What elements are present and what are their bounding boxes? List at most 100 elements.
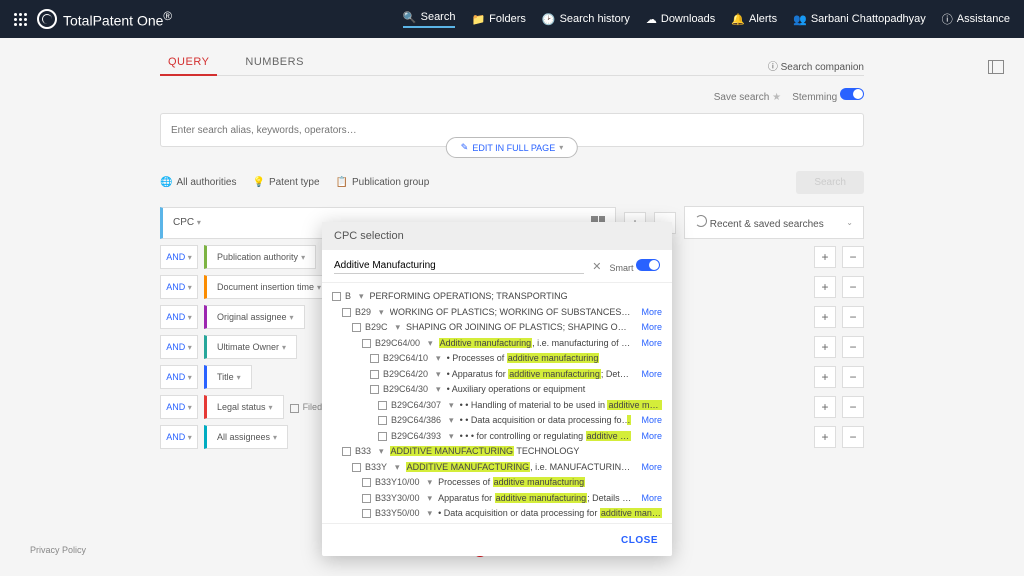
field-selector[interactable]: All assignees ▾ — [204, 425, 288, 449]
apps-icon[interactable] — [14, 13, 27, 26]
smart-toggle[interactable]: Smart — [609, 259, 660, 273]
filter-authorities[interactable]: 🌐All authorities — [160, 177, 236, 188]
and-operator[interactable]: AND ▾ — [160, 275, 198, 299]
and-operator[interactable]: AND ▾ — [160, 365, 198, 389]
checkbox[interactable] — [342, 447, 351, 456]
and-operator[interactable]: AND ▾ — [160, 335, 198, 359]
field-selector[interactable]: Document insertion time ▾ — [204, 275, 332, 299]
add-button[interactable]: + — [814, 306, 836, 328]
checkbox[interactable] — [370, 370, 379, 379]
more-link[interactable]: More — [635, 368, 662, 382]
tree-node[interactable]: B▾PERFORMING OPERATIONS; TRANSPORTING — [332, 289, 662, 305]
filter-patent-type[interactable]: 💡Patent type — [252, 177, 319, 188]
add-button[interactable]: + — [814, 336, 836, 358]
field-selector[interactable]: Title ▾ — [204, 365, 252, 389]
checkbox[interactable] — [362, 339, 371, 348]
stemming-toggle[interactable]: Stemming — [792, 92, 864, 103]
tree-node[interactable]: B29C64/10▾• Processes of additive manufa… — [332, 351, 662, 367]
checkbox[interactable] — [352, 323, 361, 332]
remove-button[interactable]: − — [842, 276, 864, 298]
checkbox[interactable] — [378, 432, 387, 441]
checkbox[interactable] — [332, 292, 341, 301]
checkbox[interactable] — [370, 354, 379, 363]
remove-button[interactable]: − — [842, 306, 864, 328]
tree-node[interactable]: B29C64/00▾Additive manufacturing, i.e. m… — [332, 336, 662, 352]
filed-checkbox[interactable]: Filed — [290, 402, 323, 413]
tab-query[interactable]: QUERY — [160, 50, 217, 76]
search-companion[interactable]: ⓘ Search companion — [768, 58, 864, 73]
logo-icon — [37, 9, 57, 29]
tree-node[interactable]: B33Y10/00▾Processes of additive manufact… — [332, 475, 662, 491]
nav-user[interactable]: 👥 Sarbani Chattopadhyay — [793, 11, 926, 28]
nav-search[interactable]: 🔍 Search — [403, 11, 456, 28]
and-operator[interactable]: AND ▾ — [160, 305, 198, 329]
nav-assistance[interactable]: ⓘ Assistance — [942, 11, 1010, 28]
and-operator[interactable]: AND ▾ — [160, 395, 198, 419]
privacy-policy-link[interactable]: Privacy Policy — [30, 545, 86, 555]
checkbox[interactable] — [362, 509, 371, 518]
add-button[interactable]: + — [814, 246, 836, 268]
checkbox[interactable] — [362, 494, 371, 503]
tree-node[interactable]: B33Y▾ADDITIVE MANUFACTURING, i.e. MANUFA… — [332, 460, 662, 476]
more-link[interactable]: More — [635, 461, 662, 475]
side-panel-icon[interactable] — [988, 60, 1004, 74]
more-link[interactable]: More — [635, 492, 662, 506]
remove-button[interactable]: − — [842, 426, 864, 448]
tree-node[interactable]: B29▾WORKING OF PLASTICS; WORKING OF SUBS… — [332, 305, 662, 321]
checkbox[interactable] — [378, 416, 387, 425]
more-link[interactable]: More — [635, 306, 662, 320]
add-button[interactable]: + — [814, 276, 836, 298]
tree-node[interactable]: B29C64/20▾• Apparatus for additive manuf… — [332, 367, 662, 383]
more-link[interactable]: More — [635, 321, 662, 335]
close-button[interactable]: CLOSE — [621, 535, 658, 546]
remove-button[interactable]: − — [842, 396, 864, 418]
cpc-selection-popup: CPC selection ✕ Smart B▾PERFORMING OPERA… — [322, 222, 672, 556]
save-search[interactable]: Save search ★ — [714, 92, 781, 103]
add-button[interactable]: + — [814, 426, 836, 448]
remove-button[interactable]: − — [842, 366, 864, 388]
tab-numbers[interactable]: NUMBERS — [237, 50, 312, 75]
checkbox[interactable] — [342, 308, 351, 317]
tree-node[interactable]: B33Y50/00▾• Data acquisition or data pro… — [332, 506, 662, 522]
field-selector[interactable]: Original assignee ▾ — [204, 305, 305, 329]
remove-button[interactable]: − — [842, 246, 864, 268]
edit-full-page-button[interactable]: ✎ EDIT IN FULL PAGE ▾ — [446, 137, 578, 158]
checkbox[interactable] — [362, 478, 371, 487]
more-link[interactable]: More — [635, 414, 662, 428]
add-button[interactable]: + — [814, 396, 836, 418]
and-operator[interactable]: AND ▾ — [160, 425, 198, 449]
tree-node[interactable]: B29C64/307▾• • Handling of material to b… — [332, 398, 662, 414]
cpc-tree: B▾PERFORMING OPERATIONS; TRANSPORTINGB29… — [322, 283, 672, 523]
tree-node[interactable]: B29C64/393▾• • • for controlling or regu… — [332, 429, 662, 445]
field-selector[interactable]: Publication authority ▾ — [204, 245, 316, 269]
checkbox[interactable] — [370, 385, 379, 394]
tree-node[interactable]: B29C64/30▾• Auxiliary operations or equi… — [332, 382, 662, 398]
tree-node[interactable]: B29C▾SHAPING OR JOINING OF PLASTICS; SHA… — [332, 320, 662, 336]
clear-icon[interactable]: ✕ — [592, 260, 601, 273]
more-link[interactable]: More — [635, 430, 662, 444]
field-selector[interactable]: Legal status ▾ — [204, 395, 284, 419]
field-selector[interactable]: Ultimate Owner ▾ — [204, 335, 297, 359]
nav-folders[interactable]: 📁 Folders — [471, 11, 525, 28]
search-button[interactable]: Search — [796, 171, 864, 194]
nav-downloads[interactable]: ☁ Downloads — [646, 11, 715, 28]
checkbox[interactable] — [352, 463, 361, 472]
popup-title: CPC selection — [322, 222, 672, 250]
recent-searches[interactable]: Recent & saved searches ⌄ — [684, 206, 864, 239]
refresh-icon — [695, 215, 707, 227]
add-button[interactable]: + — [814, 366, 836, 388]
popup-search-input[interactable] — [334, 258, 584, 274]
search-input[interactable] — [171, 125, 853, 136]
tree-node[interactable]: B29C64/386▾• • Data acquisition or data … — [332, 413, 662, 429]
nav-alerts[interactable]: 🔔 Alerts — [731, 11, 777, 28]
filter-pub-group[interactable]: 📋Publication group — [336, 177, 430, 188]
checkbox[interactable] — [378, 401, 387, 410]
nav-history[interactable]: 🕑 Search history — [542, 11, 630, 28]
and-operator[interactable]: AND ▾ — [160, 245, 198, 269]
tree-node[interactable]: B33Y30/00▾Apparatus for additive manufac… — [332, 491, 662, 507]
more-link[interactable]: More — [635, 337, 662, 351]
tabs: QUERY NUMBERS — [160, 50, 864, 76]
tree-node[interactable]: B33▾ADDITIVE MANUFACTURING TECHNOLOGY — [332, 444, 662, 460]
brand-logo[interactable]: TotalPatent One® — [37, 9, 172, 29]
remove-button[interactable]: − — [842, 336, 864, 358]
